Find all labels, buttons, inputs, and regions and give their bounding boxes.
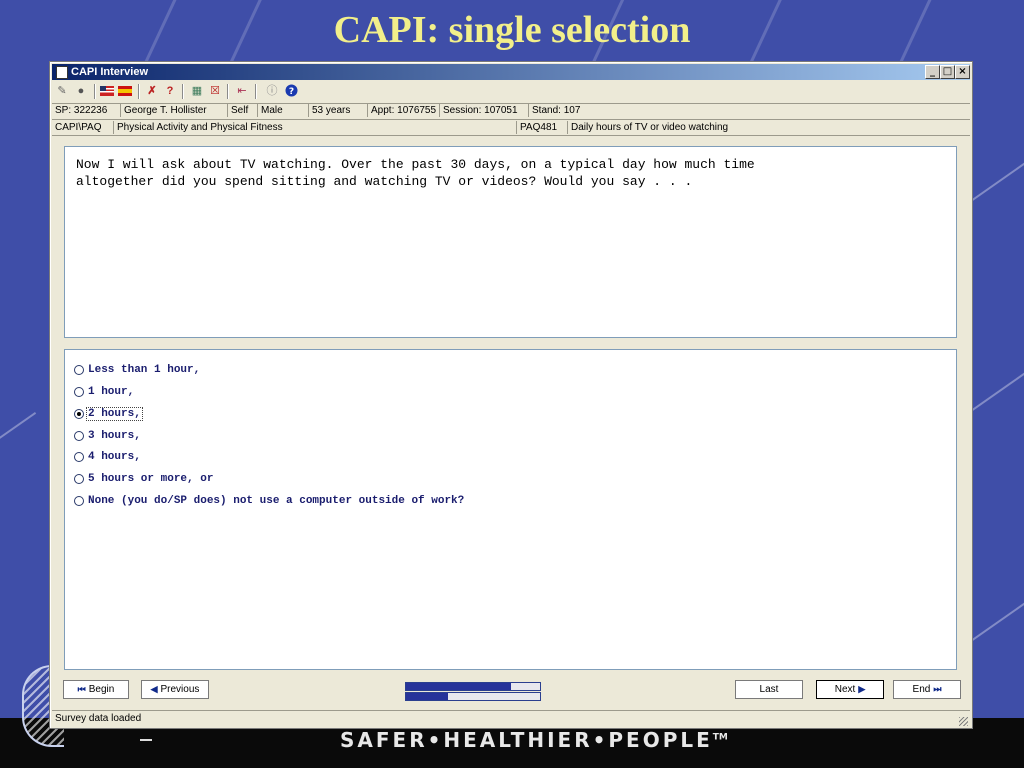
respondent-relation: Self: [228, 104, 258, 117]
footer-trademark: TM: [712, 732, 728, 743]
answer-option[interactable]: 5 hours or more, or: [74, 471, 214, 487]
spain-flag-icon[interactable]: [118, 84, 132, 98]
question-line: altogether did you spend sitting and wat…: [76, 174, 693, 189]
progress-bar-overall: [405, 682, 541, 691]
logo-dash: [140, 739, 152, 741]
app-icon: [56, 66, 68, 79]
person-icon[interactable]: ●: [74, 84, 88, 98]
answer-option-label[interactable]: Less than 1 hour,: [87, 364, 201, 376]
begin-button[interactable]: ⏮ Begin: [63, 680, 129, 699]
radio-button-selected[interactable]: [74, 409, 84, 419]
radio-button[interactable]: [74, 365, 84, 375]
help-icon[interactable]: ?: [284, 84, 298, 98]
question-line: Now I will ask about TV watching. Over t…: [76, 157, 755, 172]
respondent-sex: Male: [258, 104, 309, 117]
last-label: Last: [759, 684, 779, 695]
toolbar-separator: [182, 84, 184, 99]
end-label: End: [912, 684, 931, 695]
next-button[interactable]: Next ▶: [816, 680, 884, 699]
respondent-info-row: SP: 322236 George T. Hollister Self Male…: [52, 104, 970, 118]
next-icon: ▶: [858, 684, 866, 694]
answer-option[interactable]: 1 hour,: [74, 384, 135, 400]
answer-option-label[interactable]: 3 hours,: [87, 430, 142, 442]
answer-option[interactable]: None (you do/SP does) not use a computer…: [74, 493, 465, 509]
previous-icon: ◀: [150, 684, 158, 694]
delete-icon[interactable]: ☒: [208, 84, 222, 98]
answer-option-selected[interactable]: 2 hours,: [74, 406, 143, 422]
section-module: Physical Activity and Physical Fitness: [114, 121, 517, 134]
footer-slogan: SAFER•HEALTHIER•PEOPLETM: [340, 728, 728, 752]
section-info-row: CAPI\PAQ Physical Activity and Physical …: [52, 121, 970, 135]
remove-icon[interactable]: ✗: [145, 84, 159, 98]
section-path: CAPI\PAQ: [52, 121, 114, 134]
divider: [52, 135, 970, 136]
us-flag-icon[interactable]: [100, 84, 114, 98]
answer-option[interactable]: 3 hours,: [74, 428, 142, 444]
resize-grip[interactable]: [959, 717, 968, 726]
toolbar-separator: [138, 84, 140, 99]
radio-button[interactable]: [74, 452, 84, 462]
answer-option[interactable]: Less than 1 hour,: [74, 362, 201, 378]
background-streak: [0, 411, 37, 449]
answer-option[interactable]: 4 hours,: [74, 449, 142, 465]
minimize-button[interactable]: _: [925, 65, 940, 79]
previous-button[interactable]: ◀ Previous: [141, 680, 209, 699]
slide-title: CAPI: single selection: [333, 9, 691, 51]
status-text: Survey data loaded: [55, 713, 142, 724]
window-title: CAPI Interview: [71, 66, 149, 78]
divider: [52, 119, 970, 120]
svg-text:?: ?: [288, 87, 293, 97]
question-code: PAQ481: [517, 121, 568, 134]
radio-button[interactable]: [74, 431, 84, 441]
progress-fill: [406, 693, 448, 700]
footer-slogan-text: SAFER•HEALTHIER•PEOPLE: [340, 728, 713, 752]
appointment-id: Appt: 1076755: [368, 104, 440, 117]
respondent-age: 53 years: [309, 104, 368, 117]
calculator-icon[interactable]: ▦: [190, 84, 204, 98]
radio-button[interactable]: [74, 474, 84, 484]
answer-panel: Less than 1 hour, 1 hour, 2 hours, 3 hou…: [64, 349, 957, 670]
last-button[interactable]: Last: [735, 680, 803, 699]
question-description: Daily hours of TV or video watching: [571, 122, 729, 133]
exit-icon[interactable]: ⇤: [235, 84, 249, 98]
stand-id: Stand: 107: [532, 105, 581, 116]
answer-option-label[interactable]: 4 hours,: [87, 451, 142, 463]
end-button[interactable]: End ⏭: [893, 680, 961, 699]
notes-icon[interactable]: ✎: [55, 84, 69, 98]
toolbar-separator: [94, 84, 96, 99]
info-icon[interactable]: ⓘ: [265, 84, 279, 98]
next-label: Next: [834, 684, 856, 695]
previous-label: Previous: [160, 684, 200, 695]
toolbar-separator: [227, 84, 229, 99]
progress-fill: [406, 683, 511, 690]
answer-option-label[interactable]: None (you do/SP does) not use a computer…: [87, 495, 465, 507]
sp-id: SP: 322236: [52, 104, 121, 117]
question-mark-icon[interactable]: ?: [163, 84, 177, 98]
session-id: Session: 107051: [440, 104, 529, 117]
respondent-name: George T. Hollister: [121, 104, 228, 117]
close-button[interactable]: ×: [955, 65, 970, 79]
question-panel: Now I will ask about TV watching. Over t…: [64, 146, 957, 338]
answer-option-label[interactable]: 2 hours,: [86, 407, 143, 421]
last-page-icon: ⏭: [933, 684, 942, 694]
maximize-button[interactable]: □: [940, 65, 955, 79]
toolbar: ✎ ● ✗ ? ▦ ☒ ⇤ ⓘ ?: [52, 81, 970, 103]
window-titlebar[interactable]: CAPI Interview _ □ ×: [52, 64, 970, 80]
navigation-bar: ⏮ Begin ◀ Previous Last Next ▶ End ⏭: [52, 676, 970, 706]
capi-interview-window: CAPI Interview _ □ × ✎ ● ✗ ? ▦ ☒ ⇤ ⓘ ? S…: [49, 61, 973, 729]
progress-bar-section: [405, 692, 541, 701]
radio-button[interactable]: [74, 387, 84, 397]
answer-option-label[interactable]: 1 hour,: [87, 386, 135, 398]
progress-indicator: [405, 682, 541, 701]
radio-button[interactable]: [74, 496, 84, 506]
status-bar: Survey data loaded: [52, 710, 970, 727]
begin-label: Begin: [88, 684, 115, 695]
toolbar-separator: [255, 84, 257, 99]
first-icon: ⏮: [77, 684, 86, 694]
question-text: Now I will ask about TV watching. Over t…: [76, 156, 936, 190]
answer-option-label[interactable]: 5 hours or more, or: [87, 473, 214, 485]
